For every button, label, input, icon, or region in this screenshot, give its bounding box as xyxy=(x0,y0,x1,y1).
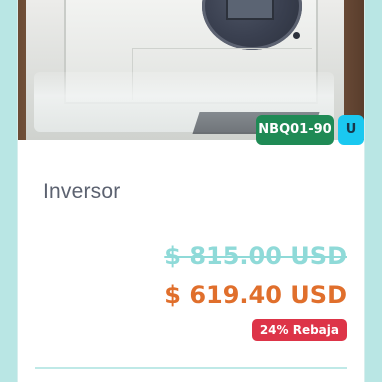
inverter-knob xyxy=(293,32,300,39)
product-card[interactable]: NBQ01-90 U Inversor $ 815.00 USD $ 619.4… xyxy=(18,0,364,382)
new-price: $ 619.40 USD xyxy=(164,281,347,309)
inverter-display-screen xyxy=(226,0,274,20)
sku-badge: NBQ01-90 xyxy=(256,115,334,145)
product-title[interactable]: Inversor xyxy=(43,180,120,204)
inverter-display-panel xyxy=(202,0,302,50)
discount-badge: 24% Rebaja xyxy=(251,319,347,341)
old-price: $ 815.00 USD xyxy=(164,242,347,270)
card-divider xyxy=(35,367,347,369)
panel-seam xyxy=(132,48,312,49)
unit-badge: U xyxy=(338,115,364,145)
